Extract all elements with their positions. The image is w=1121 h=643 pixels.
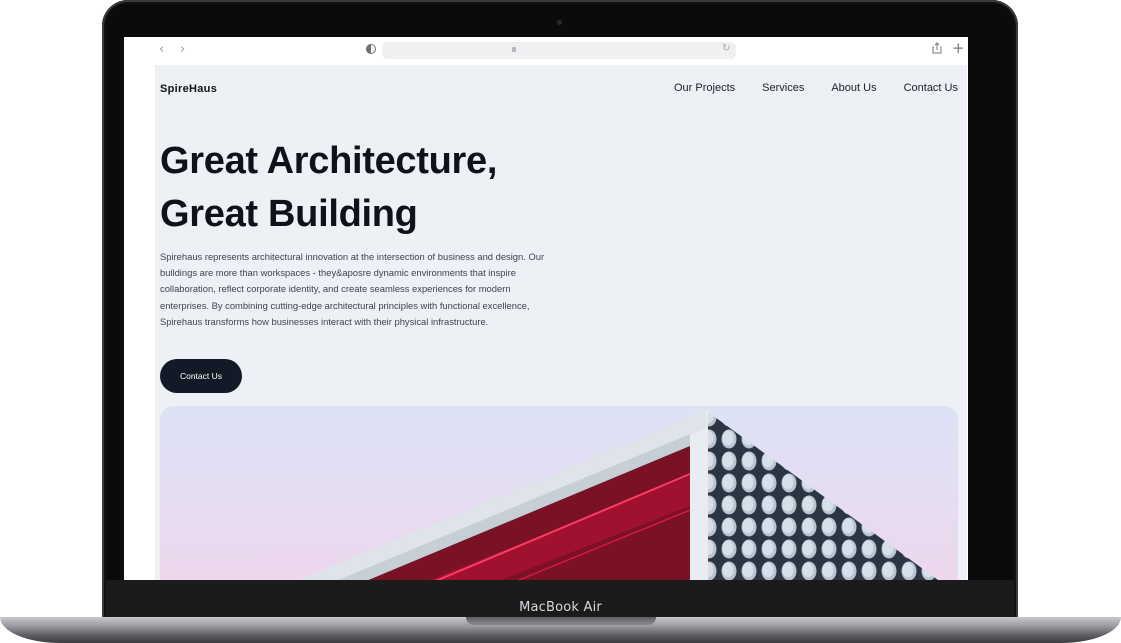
- forward-icon[interactable]: ›: [180, 42, 185, 57]
- browser-toolbar: ‹ › ↻ +: [124, 37, 968, 65]
- reload-icon[interactable]: ↻: [722, 43, 730, 54]
- share-icon[interactable]: [932, 42, 942, 54]
- hero-title-line: Great Architecture,: [160, 140, 498, 182]
- hero-image: [160, 406, 958, 580]
- privacy-shield-icon[interactable]: [366, 44, 376, 54]
- device-model-label: MacBook Air: [519, 600, 602, 615]
- nav-link-about-us[interactable]: About Us: [831, 82, 876, 94]
- laptop-screen: ‹ › ↻ + SpireHaus Our Projects Services …: [124, 37, 968, 580]
- new-tab-icon[interactable]: +: [952, 39, 965, 57]
- main-nav: Our Projects Services About Us Contact U…: [674, 82, 958, 94]
- contact-us-button[interactable]: Contact Us: [160, 359, 242, 393]
- building-illustration: [298, 410, 939, 580]
- nav-link-services[interactable]: Services: [762, 82, 804, 94]
- site-logo[interactable]: SpireHaus: [160, 83, 217, 95]
- nav-link-our-projects[interactable]: Our Projects: [674, 82, 735, 94]
- laptop-hinge-notch: [466, 617, 656, 625]
- web-page: SpireHaus Our Projects Services About Us…: [155, 65, 967, 580]
- back-icon[interactable]: ‹: [159, 42, 164, 57]
- lock-icon: [512, 47, 516, 52]
- hero-title: Great Architecture, Great Building: [160, 135, 497, 241]
- hero-description: Spirehaus represents architectural innov…: [160, 251, 545, 327]
- camera-icon: [557, 20, 562, 25]
- nav-link-contact-us[interactable]: Contact Us: [904, 82, 958, 94]
- address-bar[interactable]: ↻: [382, 42, 736, 59]
- hero-title-line: Great Building: [160, 193, 418, 235]
